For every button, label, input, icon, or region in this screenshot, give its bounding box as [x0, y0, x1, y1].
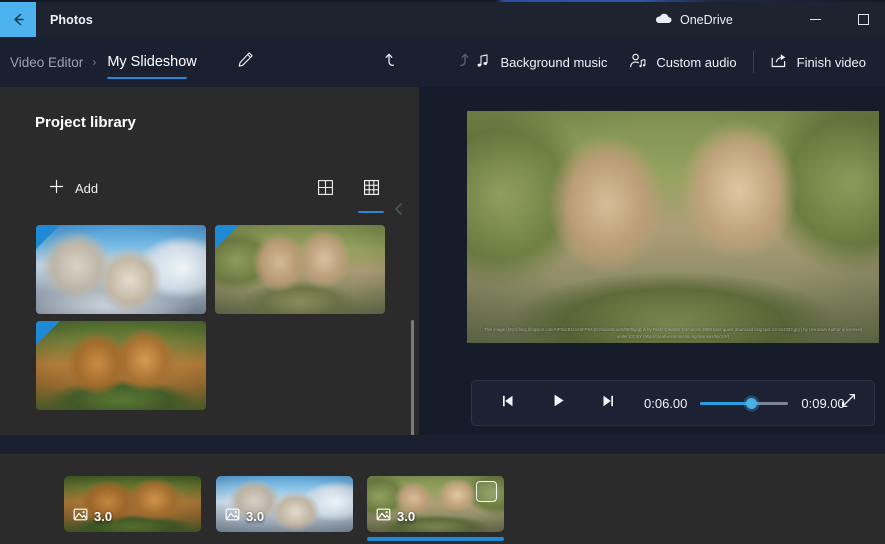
share-export-icon [770, 52, 788, 72]
play-icon [550, 392, 567, 414]
cloud-icon [655, 12, 672, 27]
undo-button[interactable] [375, 45, 411, 79]
preview-vignette [467, 111, 879, 343]
breadcrumb-separator: › [92, 55, 96, 69]
pencil-icon [236, 50, 255, 74]
command-bar: Video Editor › My Slideshow [0, 37, 885, 87]
play-button[interactable] [536, 381, 580, 425]
view-toggle-active-underline [358, 211, 384, 214]
next-frame-button[interactable] [586, 381, 630, 425]
clip-duration-badge: 3.0 [73, 507, 112, 525]
storyboard-timeline: 3.0 3.0 [0, 454, 885, 544]
previous-frame-button[interactable] [486, 381, 530, 425]
finish-video-button[interactable]: Finish video [759, 46, 877, 78]
background-music-label: Background music [500, 55, 607, 70]
collapse-library-button[interactable] [385, 197, 413, 225]
clip-duration-label: 3.0 [246, 509, 264, 524]
back-arrow-icon [10, 11, 27, 28]
custom-audio-button[interactable]: Custom audio [618, 46, 747, 78]
clip-duration-label: 3.0 [94, 509, 112, 524]
title-bar: Photos OneDrive [0, 2, 885, 37]
finish-video-label: Finish video [797, 55, 866, 70]
clip-selected-indicator [367, 537, 504, 541]
image-icon [73, 507, 88, 525]
thumb-vignette [215, 225, 385, 314]
grid-3x3-icon [363, 179, 380, 201]
library-scrollbar[interactable] [411, 320, 414, 445]
clip-duration-label: 3.0 [397, 509, 415, 524]
timeline-clip-cougar-cubs[interactable]: 3.0 [367, 476, 504, 532]
selection-corner-marker [215, 225, 239, 249]
breadcrumb: Video Editor › My Slideshow [10, 37, 199, 87]
breadcrumb-active-underline [107, 77, 187, 80]
scrubber-handle[interactable] [746, 398, 757, 409]
video-editor-window: Photos OneDrive Video Editor › My Slides… [0, 0, 885, 544]
thumb-vignette [36, 321, 206, 410]
grid-2x2-icon [317, 179, 334, 201]
rename-project-button[interactable] [228, 45, 262, 79]
project-library-title: Project library [35, 114, 136, 131]
music-note-icon [474, 52, 491, 72]
prev-frame-icon [500, 393, 516, 414]
selection-corner-marker [36, 225, 60, 249]
breadcrumb-current-wrap: My Slideshow [105, 37, 198, 87]
undo-icon [383, 50, 403, 75]
breadcrumb-my-slideshow[interactable]: My Slideshow [105, 54, 198, 70]
maximize-icon [858, 14, 869, 25]
project-library-panel: Project library Add [0, 87, 419, 435]
maximize-button[interactable] [841, 2, 885, 37]
add-media-button[interactable]: Add [44, 172, 106, 204]
chevron-left-icon [391, 201, 407, 222]
background-music-button[interactable]: Background music [463, 46, 618, 78]
timeline-clip-tiger-cubs[interactable]: 3.0 [64, 476, 201, 532]
expand-icon [840, 392, 857, 414]
playback-scrubber[interactable] [700, 393, 788, 413]
person-audio-icon [629, 52, 647, 72]
fullscreen-button[interactable] [830, 381, 866, 425]
custom-audio-label: Custom audio [656, 55, 736, 70]
library-item-tiger-cubs-grass[interactable] [36, 321, 206, 410]
scrubber-fill [700, 402, 751, 405]
current-time-label: 0:06.00 [644, 396, 687, 411]
library-view-toggles [310, 175, 386, 205]
minimize-button[interactable] [793, 2, 837, 37]
selection-corner-marker [36, 321, 60, 345]
command-actions: Background music Custom audio [463, 37, 877, 87]
timeline-clip-wolf-pups[interactable]: 3.0 [216, 476, 353, 532]
minimize-icon [810, 19, 821, 20]
app-title: Photos [50, 2, 93, 37]
player-controls: 0:06.00 0:09.00 [471, 380, 875, 426]
image-icon [376, 507, 391, 525]
onedrive-label: OneDrive [680, 13, 733, 27]
add-media-label: Add [75, 181, 98, 196]
library-item-cougar-cubs-grass[interactable] [215, 225, 385, 314]
toolbar-divider [753, 51, 754, 73]
thumb-vignette [36, 225, 206, 314]
back-button[interactable] [0, 2, 36, 37]
clip-select-checkbox[interactable] [476, 481, 497, 502]
library-item-wolf-pups-snow[interactable] [36, 225, 206, 314]
panel-separator-strip [0, 435, 885, 454]
next-frame-icon [600, 393, 616, 414]
image-icon [225, 507, 240, 525]
view-toggle-grid-2x2[interactable] [310, 175, 340, 205]
clip-duration-badge: 3.0 [225, 507, 264, 525]
breadcrumb-video-editor[interactable]: Video Editor [10, 55, 83, 70]
preview-attribution-caption: This image (http://blog.blogspot.com/HP0… [467, 327, 879, 340]
library-thumbnail-grid [36, 225, 392, 410]
video-preview[interactable]: This image (http://blog.blogspot.com/HP0… [467, 111, 879, 343]
view-toggle-grid-3x3[interactable] [356, 175, 386, 205]
onedrive-status[interactable]: OneDrive [655, 2, 733, 37]
preview-pane: This image (http://blog.blogspot.com/HP0… [419, 87, 885, 435]
clip-duration-badge: 3.0 [376, 507, 415, 525]
plus-icon [48, 178, 65, 198]
